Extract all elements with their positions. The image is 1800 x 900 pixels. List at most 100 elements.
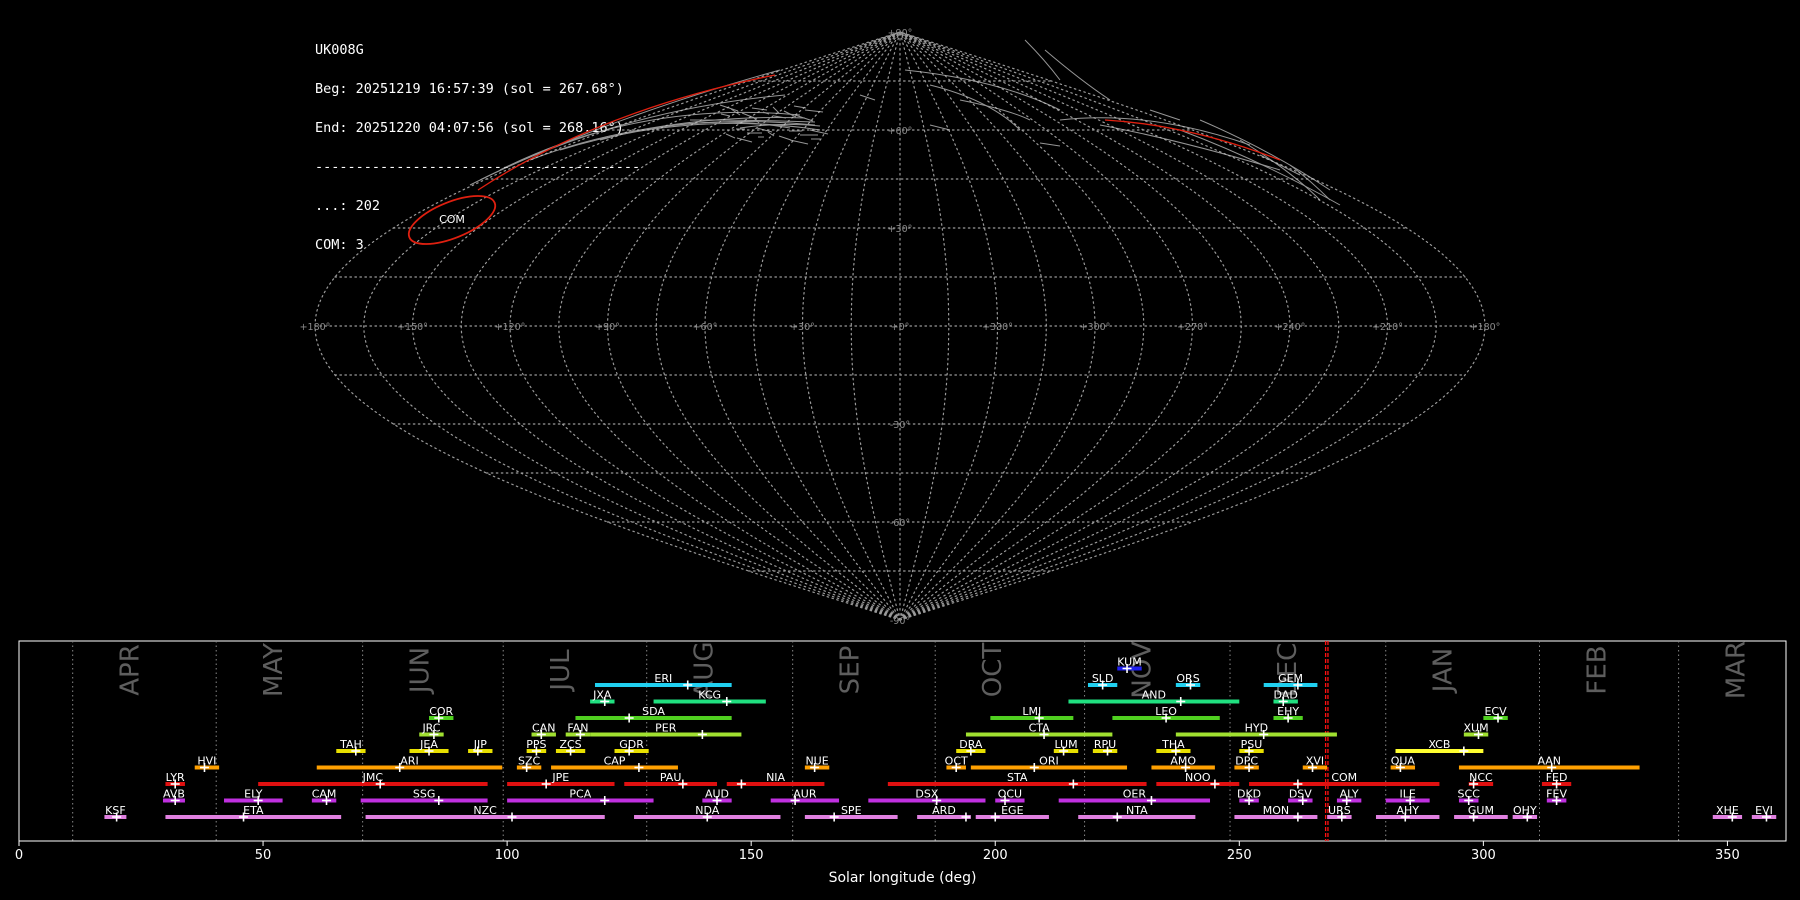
shower-psu: PSU bbox=[1239, 738, 1264, 756]
shower-label: KCG bbox=[698, 689, 721, 702]
shower-label: AND bbox=[1142, 689, 1166, 702]
shower-fed: FED bbox=[1541, 771, 1572, 789]
shower-label: ILE bbox=[1400, 788, 1416, 801]
shower-label: NOO bbox=[1185, 771, 1211, 784]
shower-label: SCC bbox=[1458, 788, 1481, 801]
shower-label: DAD bbox=[1274, 689, 1298, 702]
shower-label: GEM bbox=[1278, 672, 1303, 685]
x-tick-label: 150 bbox=[739, 848, 764, 863]
shower-label: SLD bbox=[1092, 672, 1114, 685]
month-label: OCT bbox=[978, 643, 1008, 698]
shower-label: AVB bbox=[163, 788, 185, 801]
month-label: APR bbox=[116, 644, 146, 696]
shower-label: AHY bbox=[1396, 804, 1419, 817]
shower-tah: TAH bbox=[336, 738, 366, 756]
shower-rpu: RPU bbox=[1092, 738, 1118, 756]
shower-label: LMI bbox=[1022, 705, 1041, 718]
shower-label: NCC bbox=[1469, 771, 1493, 784]
shower-label: AAN bbox=[1537, 755, 1561, 768]
shower-label: RPU bbox=[1094, 738, 1116, 751]
shower-label: MON bbox=[1263, 804, 1289, 817]
shower-urs: URS bbox=[1327, 804, 1352, 822]
shower-label: PSU bbox=[1241, 738, 1263, 751]
x-tick-label: 100 bbox=[495, 848, 520, 863]
shower-label: NDA bbox=[695, 804, 720, 817]
shower-label: ORI bbox=[1039, 755, 1059, 768]
shower-label: NUE bbox=[805, 755, 828, 768]
month-label: MAY bbox=[259, 643, 289, 697]
shower-label: LEO bbox=[1155, 705, 1177, 718]
shower-scc: SCC bbox=[1458, 788, 1481, 805]
shower-dad: DAD bbox=[1273, 689, 1298, 706]
x-tick-label: 50 bbox=[255, 848, 272, 863]
shower-hvi: HVI bbox=[194, 755, 220, 772]
shower-evi: EVI bbox=[1751, 804, 1777, 822]
shower-label: XVI bbox=[1306, 755, 1324, 768]
shower-label: PER bbox=[655, 722, 677, 735]
shower-jrc: JRC bbox=[419, 722, 444, 739]
shower-ksf: KSF bbox=[104, 804, 127, 822]
shower-dpc: DPC bbox=[1234, 755, 1259, 772]
shower-label: ORS bbox=[1176, 672, 1199, 685]
shower-qua: QUA bbox=[1390, 755, 1416, 772]
shower-label: ELY bbox=[244, 788, 263, 801]
shower-sld: SLD bbox=[1087, 672, 1118, 690]
shower-label: JMC bbox=[362, 771, 384, 784]
shower-label: KUM bbox=[1117, 656, 1141, 669]
month-label: JUN bbox=[406, 647, 436, 695]
shower-avb: AVB bbox=[162, 788, 185, 805]
shower-label: HVI bbox=[197, 755, 216, 768]
month-label: SEP bbox=[836, 646, 866, 695]
shower-label: ERI bbox=[654, 672, 672, 685]
shower-label: JEA bbox=[419, 738, 438, 751]
shower-label: GUM bbox=[1468, 804, 1494, 817]
shower-label: ETA bbox=[243, 804, 264, 817]
shower-dkd: DKD bbox=[1237, 788, 1261, 805]
shower-label: LYR bbox=[166, 771, 185, 784]
shower-ohy: OHY bbox=[1512, 804, 1538, 822]
shower-ehy: EHY bbox=[1273, 705, 1303, 723]
shower-label: ALY bbox=[1340, 788, 1359, 801]
shower-label: OER bbox=[1123, 788, 1147, 801]
shower-label: NZC bbox=[473, 804, 497, 817]
shower-label: EVI bbox=[1755, 804, 1773, 817]
shower-label: CAN bbox=[532, 722, 555, 735]
shower-xvi: XVI bbox=[1302, 755, 1328, 772]
shower-label: THA bbox=[1161, 738, 1185, 751]
shower-zcs: ZCS bbox=[555, 738, 586, 756]
shower-label: DRA bbox=[959, 738, 983, 751]
shower-label: TAH bbox=[339, 738, 362, 751]
shower-aud: AUD bbox=[702, 788, 732, 805]
shower-label: JRC bbox=[421, 722, 440, 735]
shower-label: EHY bbox=[1277, 705, 1299, 718]
shower-label: JXA bbox=[592, 689, 612, 702]
shower-label: CAM bbox=[312, 788, 337, 801]
shower-label: ARI bbox=[400, 755, 418, 768]
month-label: FEB bbox=[1582, 645, 1612, 694]
shower-label: CAP bbox=[604, 755, 626, 768]
shower-label: GDR bbox=[619, 738, 644, 751]
shower-label: SDA bbox=[642, 705, 665, 718]
shower-ecv: ECV bbox=[1483, 705, 1508, 723]
shower-label: NIA bbox=[766, 771, 785, 784]
shower-label: ARD bbox=[932, 804, 956, 817]
shower-oct: OCT bbox=[945, 755, 968, 772]
shower-cam: CAM bbox=[312, 788, 337, 805]
shower-xum: XUM bbox=[1464, 722, 1489, 739]
shower-label: NTA bbox=[1126, 804, 1148, 817]
shower-timeline-chart: APR MAY JUN JUL AUG SEP OCT NOV DEC JAN FEB MARKSF E… bbox=[15, 640, 1787, 886]
shower-label: AUR bbox=[793, 788, 817, 801]
shower-label: FEV bbox=[1546, 788, 1567, 801]
shower-label: OCT bbox=[945, 755, 968, 768]
shower-label: QUA bbox=[1391, 755, 1416, 768]
shower-fev: FEV bbox=[1546, 788, 1567, 805]
x-axis-label: Solar longitude (deg) bbox=[829, 870, 977, 886]
shower-label: AUD bbox=[705, 788, 729, 801]
x-tick-label: 300 bbox=[1471, 848, 1496, 863]
shower-label: FED bbox=[1546, 771, 1568, 784]
shower-label: SPE bbox=[841, 804, 862, 817]
x-tick-label: 250 bbox=[1227, 848, 1252, 863]
shower-label: SSG bbox=[413, 788, 436, 801]
shower-fan: FAN bbox=[565, 722, 591, 739]
shower-label: URS bbox=[1328, 804, 1351, 817]
